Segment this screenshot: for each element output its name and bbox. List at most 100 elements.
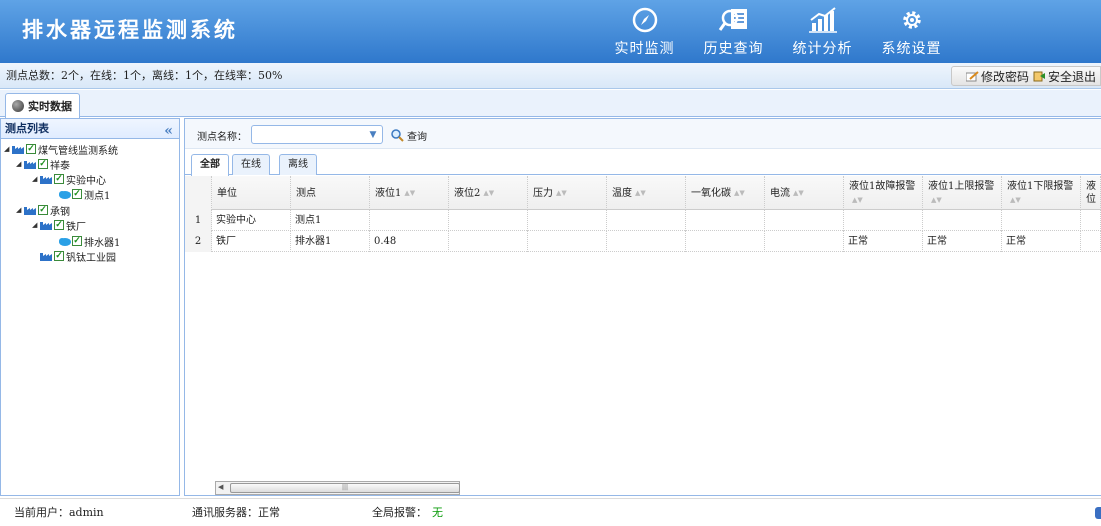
column-header[interactable]: 液位1 ▲▼ bbox=[370, 176, 449, 210]
tree-label: 测点1 bbox=[84, 190, 111, 202]
table-row[interactable]: 1 实验中心 测点1 bbox=[185, 210, 1101, 231]
sort-icon[interactable]: ▲▼ bbox=[793, 187, 804, 200]
column-header[interactable]: 压力 ▲▼ bbox=[528, 176, 607, 210]
tree-node-drainer1[interactable]: ✓ 排水器1 bbox=[58, 234, 121, 249]
checkbox-checked[interactable]: ✓ bbox=[72, 236, 82, 246]
tree-node-iron-plant[interactable]: ◢ ✓ 铁厂 bbox=[32, 218, 86, 233]
checkbox-checked[interactable]: ✓ bbox=[72, 189, 82, 199]
column-header[interactable]: 液位 bbox=[1081, 176, 1101, 210]
expand-triangle-icon[interactable]: ◢ bbox=[16, 160, 24, 168]
column-label: 电流 bbox=[770, 187, 790, 199]
expand-triangle-icon[interactable]: ◢ bbox=[32, 175, 40, 183]
sort-icon[interactable]: ▲▼ bbox=[404, 187, 415, 200]
collapse-panel-icon[interactable]: « bbox=[164, 121, 173, 141]
tree-label: 实验中心 bbox=[66, 175, 106, 187]
cell-temperature bbox=[607, 210, 686, 231]
column-header[interactable]: 液位1故障报警 ▲▼ bbox=[844, 176, 923, 210]
panel-title: 测点列表 « bbox=[1, 119, 179, 139]
column-label: 液位1 bbox=[375, 187, 402, 199]
tab-online[interactable]: 在线 bbox=[232, 154, 270, 175]
point-list-panel: 测点列表 « ◢ ✓ 煤气管线监测系统 ◢ ✓ 祥泰 ◢ ✓ 实验中心 ✓ 测点… bbox=[0, 118, 180, 496]
column-header[interactable]: 温度 ▲▼ bbox=[607, 176, 686, 210]
cell-pressure bbox=[528, 210, 607, 231]
expand-triangle-icon[interactable]: ◢ bbox=[32, 221, 40, 229]
checkbox-checked[interactable]: ✓ bbox=[54, 220, 64, 230]
status-filter-tabs: 全部 在线 离线 bbox=[185, 150, 1101, 176]
horizontal-scrollbar[interactable]: ◀ ||| bbox=[215, 481, 460, 495]
tree-label: 排水器1 bbox=[84, 237, 121, 249]
global-alarm-value: 无 bbox=[432, 506, 443, 519]
tab-all[interactable]: 全部 bbox=[191, 154, 229, 176]
sort-icon[interactable]: ▲▼ bbox=[852, 196, 863, 204]
column-header[interactable]: 测点 bbox=[291, 176, 370, 210]
tree-node-chenggang[interactable]: ◢ ✓ 承钢 bbox=[16, 203, 70, 218]
nav-label: 历史查询 bbox=[703, 41, 764, 57]
cell-upper-alarm: 正常 bbox=[923, 231, 1002, 252]
column-header[interactable]: 液位2 ▲▼ bbox=[449, 176, 528, 210]
scroll-left-icon[interactable]: ◀ bbox=[218, 483, 223, 491]
chevron-down-icon[interactable]: ▼ bbox=[367, 129, 379, 141]
checkbox-checked[interactable]: ✓ bbox=[54, 251, 64, 261]
checkbox-checked[interactable]: ✓ bbox=[38, 205, 48, 215]
nav-label: 系统设置 bbox=[881, 41, 942, 57]
tree-node-point1[interactable]: ✓ 测点1 bbox=[58, 187, 111, 202]
checkbox-checked[interactable]: ✓ bbox=[38, 159, 48, 169]
sort-icon[interactable]: ▲▼ bbox=[635, 187, 646, 200]
nav-realtime-monitor[interactable]: 实时监测 bbox=[600, 6, 689, 58]
logout-button[interactable]: 安全退出 bbox=[1033, 68, 1096, 85]
cell-extra bbox=[1081, 210, 1101, 231]
column-header[interactable]: 单位 bbox=[212, 176, 291, 210]
tree-node-lab-center[interactable]: ◢ ✓ 实验中心 bbox=[32, 172, 106, 187]
chat-icon[interactable] bbox=[1095, 507, 1101, 519]
cell-current bbox=[765, 231, 844, 252]
row-number: 2 bbox=[185, 231, 212, 252]
factory-icon bbox=[12, 146, 24, 154]
tab-realtime-data[interactable]: 实时数据 bbox=[5, 93, 80, 118]
nav-system-settings[interactable]: 系统设置 bbox=[867, 6, 956, 58]
table-row[interactable]: 2 铁厂 排水器1 0.48 正常 正常 正常 bbox=[185, 231, 1101, 252]
cell-unit: 实验中心 bbox=[212, 210, 291, 231]
scrollbar-thumb[interactable]: ||| bbox=[230, 483, 460, 493]
nav-history-query[interactable]: 历史查询 bbox=[689, 6, 778, 58]
tree-node-xiangtai[interactable]: ◢ ✓ 祥泰 bbox=[16, 157, 70, 172]
sort-icon[interactable]: ▲▼ bbox=[734, 187, 745, 200]
point-name-select[interactable]: ▼ bbox=[251, 125, 383, 144]
footer-status: 当前用户：admin 通讯服务器：正常 全局报警： 无 bbox=[0, 498, 1101, 526]
sort-icon[interactable]: ▲▼ bbox=[483, 187, 494, 200]
main-nav: 实时监测 历史查询 统计分析 系统设置 bbox=[600, 6, 956, 58]
nav-statistics[interactable]: 统计分析 bbox=[778, 6, 867, 58]
expand-triangle-icon[interactable]: ◢ bbox=[4, 145, 12, 153]
row-number: 1 bbox=[185, 210, 212, 231]
cell-extra bbox=[1081, 231, 1101, 252]
query-button[interactable]: 查询 bbox=[391, 128, 427, 143]
search-icon bbox=[391, 129, 404, 142]
sort-icon[interactable]: ▲▼ bbox=[556, 187, 567, 200]
cell-fault-alarm bbox=[844, 210, 923, 231]
checkbox-checked[interactable]: ✓ bbox=[54, 174, 64, 184]
cell-temperature bbox=[607, 231, 686, 252]
checkbox-checked[interactable]: ✓ bbox=[26, 144, 36, 154]
sort-icon[interactable]: ▲▼ bbox=[931, 196, 942, 204]
tab-offline[interactable]: 离线 bbox=[279, 154, 317, 175]
realtime-data-panel: 测点名称： ▼ 查询 全部 在线 离线 单位 测点 液位1 ▲▼ 液位2 ▲▼ 压力… bbox=[184, 118, 1101, 496]
column-header[interactable]: 电流 ▲▼ bbox=[765, 176, 844, 210]
cell-lower-alarm bbox=[1002, 210, 1081, 231]
expand-triangle-icon[interactable]: ◢ bbox=[16, 206, 24, 214]
nav-label: 统计分析 bbox=[792, 41, 853, 57]
change-password-button[interactable]: 修改密码 bbox=[965, 68, 1029, 85]
column-header[interactable]: 一氧化碳 ▲▼ bbox=[686, 176, 765, 210]
tree-node-vanadium-park[interactable]: ✓ 钒钛工业园 bbox=[40, 249, 116, 264]
tree-node-root[interactable]: ◢ ✓ 煤气管线监测系统 bbox=[4, 142, 118, 157]
column-label: 液位 bbox=[1086, 181, 1096, 205]
sort-icon[interactable]: ▲▼ bbox=[1010, 196, 1021, 204]
cell-upper-alarm bbox=[923, 210, 1002, 231]
column-header[interactable]: 液位1下限报警 ▲▼ bbox=[1002, 176, 1081, 210]
current-user: 当前用户：admin bbox=[14, 506, 104, 519]
column-header[interactable]: 液位1上限报警 ▲▼ bbox=[923, 176, 1002, 210]
cell-point: 测点1 bbox=[291, 210, 370, 231]
tree-label: 铁厂 bbox=[66, 221, 86, 233]
globe-icon bbox=[12, 100, 24, 112]
cell-point: 排水器1 bbox=[291, 231, 370, 252]
server-status: 通讯服务器：正常 bbox=[192, 506, 280, 519]
column-label: 液位1故障报警 bbox=[849, 180, 916, 192]
